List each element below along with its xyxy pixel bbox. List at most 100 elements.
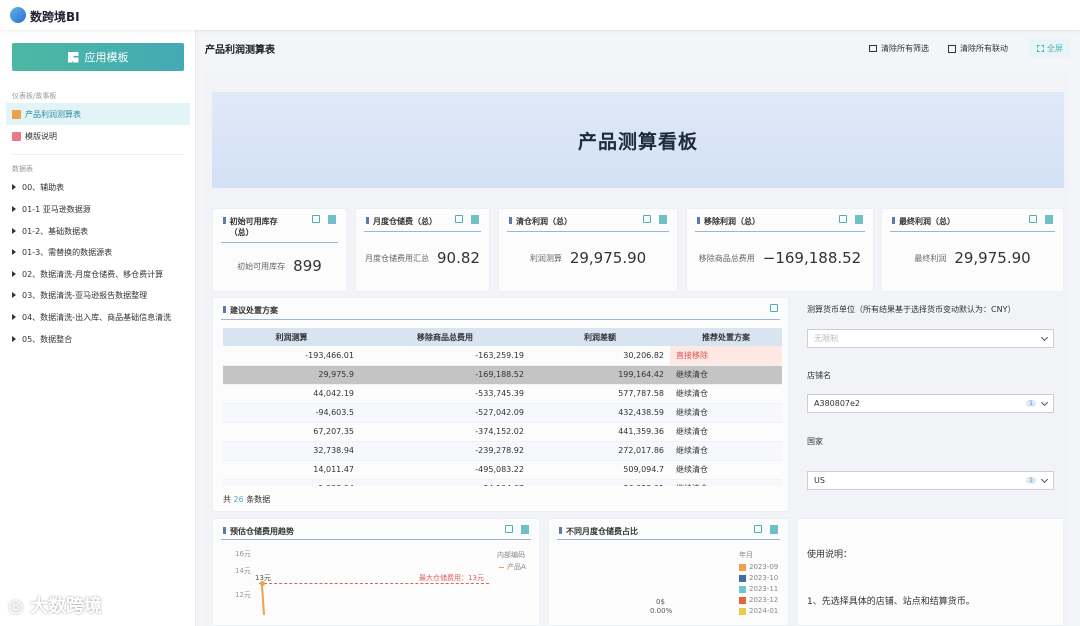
kpi-title: 清仓利润（总） <box>509 216 572 227</box>
sidebar-item-profit-table[interactable]: 产品利润测算表 <box>6 103 190 125</box>
table-cell: 432,438.59 <box>530 403 670 422</box>
tree-item-label: 05、数据整合 <box>22 334 72 345</box>
filter-icon[interactable] <box>312 215 320 223</box>
disposal-table: 利润测算 移除商品总费用 利润差额 推荐处置方案 -193,466.01-163… <box>223 328 782 486</box>
tree-item[interactable]: 01-1 亚马逊数据源 <box>6 198 91 220</box>
kpi-card[interactable]: 最终利润（总） 最终利润29,975.90 <box>881 208 1064 292</box>
legend-item[interactable]: 2024-01 <box>739 607 778 615</box>
fullscreen-button[interactable]: 全屏 <box>1029 39 1071 57</box>
kpi-title-text: 月度仓储费（总） <box>373 216 437 227</box>
table-cell: -94,603.5 <box>223 403 360 422</box>
tree-item[interactable]: 02、数据清洗-月度仓储费、移仓费计算 <box>6 263 163 285</box>
y-tick: 14元 <box>235 566 251 576</box>
filter-icon[interactable] <box>770 304 778 312</box>
pin-icon <box>509 217 512 224</box>
filter-icon[interactable] <box>505 525 513 533</box>
clear-links-button[interactable]: 清除所有联动 <box>948 43 1008 54</box>
instructions-title: 使用说明： <box>807 547 852 560</box>
kpi-title-text: 移除利润（总） <box>704 216 760 227</box>
filter-icon[interactable] <box>455 215 463 223</box>
table-cell: -84,104.07 <box>360 479 530 486</box>
unlink-icon <box>948 45 956 53</box>
kpi-value: 29,975.90 <box>954 249 1030 267</box>
kpi-card[interactable]: 移除利润（总） 移除商品总费用 −169,188.52 <box>686 208 874 292</box>
kpi-label: 移除商品总费用 <box>699 253 755 264</box>
tree-item[interactable]: 00、辅助表 <box>6 176 64 198</box>
kpi-card[interactable]: 清仓利润（总） 利润测算29,975.90 <box>498 208 678 292</box>
pin-icon <box>366 217 369 224</box>
panel-title: 预估仓储费用趋势 <box>223 526 294 537</box>
column-header[interactable]: 利润差额 <box>530 328 670 346</box>
sidebar-item-label: 产品利润测算表 <box>25 109 81 120</box>
export-icon[interactable] <box>855 215 863 224</box>
store-count-badge: 1 <box>1026 400 1036 407</box>
watermark: ◎ 大数跨境 <box>8 592 102 618</box>
table-row[interactable]: -94,603.5-527,042.09432,438.59继续清仓 <box>223 403 782 422</box>
table-row[interactable]: 29,975.9-169,188.52199,164.42继续清仓 <box>223 365 782 384</box>
tree-item[interactable]: 01-2、基础数据表 <box>6 220 88 242</box>
table-cell: -527,042.09 <box>360 403 530 422</box>
export-icon[interactable] <box>328 215 336 224</box>
tree-item[interactable]: 04、数据清洗-出入库、商品基础信息清洗 <box>6 306 171 328</box>
kpi-title-text: 清仓利润（总） <box>516 216 572 227</box>
tree-item-label: 01-2、基础数据表 <box>22 226 88 237</box>
tree-item[interactable]: 03、数据清洗-亚马逊报告数据整理 <box>6 284 147 306</box>
legend-item[interactable]: 2023-09 <box>739 563 778 571</box>
table-row[interactable]: 32,738.94-239,278.92272,017.86继续清仓 <box>223 441 782 460</box>
country-label: 国家 <box>807 436 823 447</box>
clear-filters-button[interactable]: 清除所有筛选 <box>869 43 929 54</box>
kpi-title: 初始可用库存（总） <box>223 216 293 238</box>
kpi-card[interactable]: 初始可用库存（总） 初始可用库存899 <box>212 208 347 292</box>
filter-icon[interactable] <box>754 525 762 533</box>
table-footer: 共 26 条数据 <box>223 494 270 505</box>
table-cell: 1,933.94 <box>223 479 360 486</box>
export-icon[interactable] <box>471 215 479 224</box>
fullscreen-icon <box>1037 45 1044 52</box>
tree-item[interactable]: 05、数据整合 <box>6 328 72 350</box>
instructions-step: 1、先选择具体的店铺、站点和结算货币。 <box>807 594 975 607</box>
tree-item-label: 03、数据清洗-亚马逊报告数据整理 <box>22 290 147 301</box>
table-cell: 29,975.9 <box>223 365 360 384</box>
legend-item[interactable]: 2023-10 <box>739 574 778 582</box>
filter-icon[interactable] <box>643 215 651 223</box>
legend-item[interactable]: 2023-11 <box>739 585 778 593</box>
filter-icon[interactable] <box>1029 215 1037 223</box>
column-header[interactable]: 移除商品总费用 <box>360 328 530 346</box>
eraser-icon <box>869 45 877 52</box>
table-cell: 67,207.35 <box>223 422 360 441</box>
kpi-card[interactable]: 月度仓储费（总） 月度仓储费用汇总90.82 <box>355 208 490 292</box>
export-icon[interactable] <box>521 525 529 534</box>
table-row[interactable]: 44,042.19-533,745.39577,787.58继续清仓 <box>223 384 782 403</box>
table-row[interactable]: -193,466.01-163,259.1930,206.82直接移除 <box>223 346 782 365</box>
table-row[interactable]: 67,207.35-374,152.02441,359.36继续清仓 <box>223 422 782 441</box>
legend-item[interactable]: 2023-12 <box>739 596 778 604</box>
table-scroll[interactable]: 利润测算 移除商品总费用 利润差额 推荐处置方案 -193,466.01-163… <box>223 328 782 486</box>
currency-select[interactable]: 无限制 <box>807 329 1054 348</box>
kpi-value: −169,188.52 <box>763 249 861 267</box>
store-select[interactable]: A380807e21 <box>807 394 1054 413</box>
legend-label: 2024-01 <box>749 607 778 615</box>
column-header[interactable]: 利润测算 <box>223 328 360 346</box>
apply-template-button[interactable]: 应用模板 <box>12 43 184 71</box>
country-select[interactable]: US1 <box>807 471 1054 490</box>
export-icon[interactable] <box>1045 215 1053 224</box>
clear-links-label: 清除所有联动 <box>960 43 1008 54</box>
tree-item[interactable]: 01-3、需替换的数据源表 <box>6 241 112 263</box>
table-cell: 继续清仓 <box>670 460 782 479</box>
chevron-down-icon <box>1041 333 1048 340</box>
filter-icon[interactable] <box>839 215 847 223</box>
country-count-badge: 1 <box>1026 477 1036 484</box>
column-header[interactable]: 推荐处置方案 <box>670 328 782 346</box>
export-icon[interactable] <box>770 525 778 534</box>
table-cell: 继续清仓 <box>670 384 782 403</box>
table-row[interactable]: 14,011.47-495,083.22509,094.7继续清仓 <box>223 460 782 479</box>
table-cell: 199,164.42 <box>530 365 670 384</box>
legend-item[interactable]: 产品A <box>499 562 526 572</box>
panel-title: 建议处置方案 <box>223 305 278 316</box>
panel-title: 不同月度仓储费占比 <box>559 526 638 537</box>
legend-swatch <box>739 597 746 604</box>
dashboard-icon <box>12 110 21 119</box>
table-row[interactable]: 1,933.94-84,104.0786,038.01继续清仓 <box>223 479 782 486</box>
export-icon[interactable] <box>659 215 667 224</box>
sidebar-item-template-guide[interactable]: 模版说明 <box>6 125 190 147</box>
